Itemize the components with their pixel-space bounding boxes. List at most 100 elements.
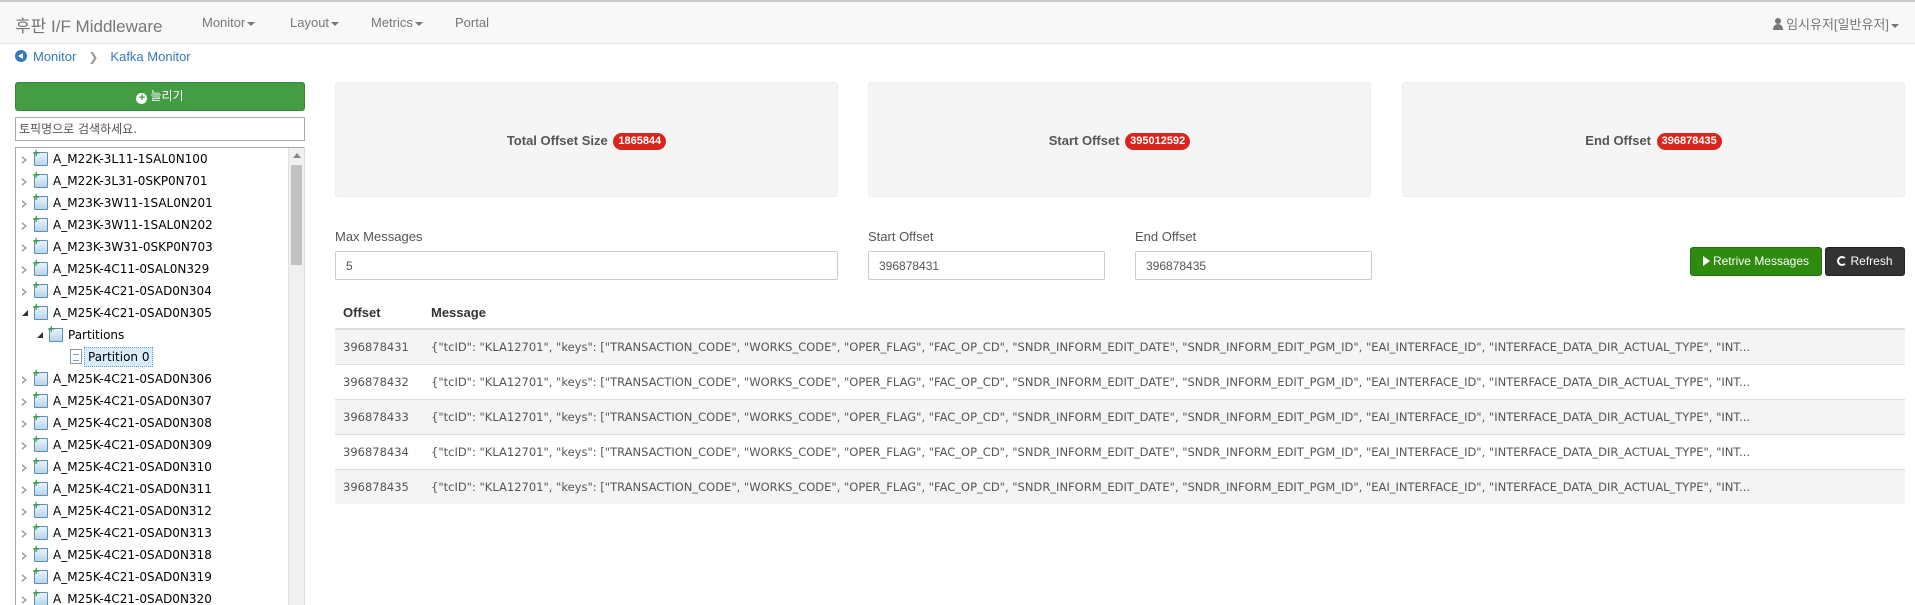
collapsed-toggle-icon[interactable] — [22, 222, 27, 230]
offset-cell: 396878433 — [335, 398, 423, 434]
tree-node-topic[interactable]: + A_M23K-3W11-1SAL0N201 — [16, 192, 288, 214]
collapsed-toggle-icon[interactable] — [22, 574, 27, 582]
topic-search-input[interactable] — [15, 117, 305, 141]
collapsed-toggle-icon[interactable] — [22, 530, 27, 538]
start-offset-card: Start Offset 395012592 — [868, 82, 1371, 197]
collapsed-toggle-icon[interactable] — [22, 552, 27, 560]
tree-node-label: A_M25K-4C21-0SAD0N320 — [53, 592, 212, 605]
collapsed-toggle-icon[interactable] — [22, 442, 27, 450]
collapsed-toggle-icon[interactable] — [22, 244, 27, 252]
topic-tree-list: + A_M22K-3L11-1SAL0N100 + A_M22K-3L31-0SKP0… — [16, 148, 288, 605]
retrieve-messages-button[interactable]: Retrive Messages — [1690, 247, 1822, 276]
refresh-icon — [1837, 256, 1848, 266]
table-row[interactable]: 396878433 {"tcID": "KLA12701", "keys": ["… — [335, 398, 1905, 434]
message-text: {"tcID": "KLA12701", "keys": ["TRANSACTI… — [431, 444, 1751, 459]
nav-menu-portal[interactable]: Portal — [455, 15, 489, 30]
user-menu[interactable]: 임시유저[일반유저] — [1773, 14, 1899, 33]
tree-node-topic[interactable]: + A_M25K-4C21-0SAD0N318 — [16, 544, 288, 566]
refresh-button[interactable]: Refresh — [1825, 247, 1905, 276]
topic-icon: + — [32, 545, 48, 562]
topic-icon: + — [32, 237, 48, 254]
tree-node-topic[interactable]: + A_M23K-3W31-0SKP0N703 — [16, 236, 288, 258]
collapsed-toggle-icon[interactable] — [22, 376, 27, 384]
top-navbar: 후판 I/F Middleware Monitor Layout Metrics… — [0, 0, 1915, 44]
tree-node-topic[interactable]: + A_M22K-3L11-1SAL0N100 — [16, 148, 288, 170]
scroll-up-icon[interactable] — [293, 153, 301, 158]
message-text: {"tcID": "KLA12701", "keys": ["TRANSACTI… — [431, 374, 1751, 389]
tree-node-label: A_M25K-4C21-0SAD0N304 — [53, 284, 212, 298]
message-cell: {"tcID": "KLA12701", "keys": ["TRANSACTI… — [423, 363, 1905, 399]
tree-node-topic[interactable]: + A_M25K-4C21-0SAD0N320 — [16, 588, 288, 605]
max-messages-input[interactable] — [335, 251, 838, 280]
tree-node-topic[interactable]: + A_M22K-3L31-0SKP0N701 — [16, 170, 288, 192]
panel-divider — [304, 147, 305, 605]
tree-node-partitions[interactable]: + Partitions — [16, 324, 288, 346]
tree-node-label: A_M25K-4C21-0SAD0N310 — [53, 460, 212, 474]
table-row[interactable]: 396878432 {"tcID": "KLA12701", "keys": ["… — [335, 363, 1905, 399]
collapsed-toggle-icon[interactable] — [22, 464, 27, 472]
tree-node-topic[interactable]: + A_M25K-4C21-0SAD0N319 — [16, 566, 288, 588]
collapsed-toggle-icon[interactable] — [22, 596, 27, 604]
topic-icon: + — [32, 391, 48, 408]
tree-node-topic[interactable]: + A_M25K-4C21-0SAD0N311 — [16, 478, 288, 500]
table-row[interactable]: 396878431 {"tcID": "KLA12701", "keys": ["… — [335, 328, 1905, 364]
tree-node-topic[interactable]: + A_M25K-4C21-0SAD0N305 — [16, 302, 288, 324]
breadcrumb-kafka-monitor[interactable]: Kafka Monitor — [110, 49, 190, 64]
collapsed-toggle-icon[interactable] — [22, 178, 27, 186]
collapsed-toggle-icon[interactable] — [22, 420, 27, 428]
topic-icon: + — [32, 149, 48, 166]
tree-node-topic[interactable]: + A_M25K-4C21-0SAD0N312 — [16, 500, 288, 522]
collapsed-toggle-icon[interactable] — [22, 156, 27, 164]
nav-menu-monitor[interactable]: Monitor — [202, 15, 256, 30]
table-row[interactable]: 396878434 {"tcID": "KLA12701", "keys": ["… — [335, 433, 1905, 469]
tree-scrollbar[interactable] — [288, 148, 304, 605]
collapsed-toggle-icon[interactable] — [22, 200, 27, 208]
topic-icon: + — [32, 303, 48, 320]
app-brand[interactable]: 후판 I/F Middleware — [15, 12, 162, 37]
plus-icon: + — [32, 588, 41, 599]
message-text: {"tcID": "KLA12701", "keys": ["TRANSACTI… — [431, 479, 1751, 494]
total-offset-label: Total Offset Size — [506, 133, 608, 148]
tree-node-topic[interactable]: + A_M23K-3W11-1SAL0N202 — [16, 214, 288, 236]
start-offset-input[interactable] — [868, 251, 1105, 280]
plus-icon: + — [32, 566, 41, 577]
topic-icon: + — [32, 588, 48, 605]
tree-node-topic[interactable]: + A_M25K-4C21-0SAD0N307 — [16, 390, 288, 412]
tree-node-partition[interactable]: Partition 0 — [16, 346, 288, 368]
message-cell: {"tcID": "KLA12701", "keys": ["TRANSACTI… — [423, 398, 1905, 434]
end-offset-input[interactable] — [1135, 251, 1372, 280]
tree-node-topic[interactable]: + A_M25K-4C21-0SAD0N313 — [16, 522, 288, 544]
plus-icon: + — [32, 478, 41, 489]
collapsed-toggle-icon[interactable] — [22, 508, 27, 516]
topic-icon: + — [32, 258, 48, 276]
tree-node-topic[interactable]: + A_M25K-4C21-0SAD0N308 — [16, 412, 288, 434]
scrollbar-thumb[interactable] — [291, 165, 302, 265]
table-row[interactable]: 396878435 {"tcID": "KLA12701", "keys": ["… — [335, 468, 1905, 504]
add-button[interactable]: + 늘리기 — [15, 82, 305, 111]
expanded-toggle-icon[interactable] — [37, 332, 43, 338]
document-icon — [70, 349, 82, 364]
collapsed-toggle-icon[interactable] — [22, 288, 27, 296]
topic-icon: + — [32, 171, 48, 188]
add-button-label: 늘리기 — [150, 89, 184, 103]
tree-node-topic[interactable]: + A_M25K-4C21-0SAD0N309 — [16, 434, 288, 456]
tree-node-topic[interactable]: + A_M25K-4C21-0SAD0N304 — [16, 280, 288, 302]
nav-menu-metrics[interactable]: Metrics — [371, 15, 423, 30]
breadcrumb-monitor[interactable]: Monitor — [33, 49, 76, 64]
nav-menu-label: Layout — [290, 15, 330, 30]
message-cell: {"tcID": "KLA12701", "keys": ["TRANSACTI… — [423, 328, 1905, 364]
tree-node-label: A_M25K-4C21-0SAD0N319 — [53, 570, 212, 584]
collapsed-toggle-icon[interactable] — [22, 486, 27, 494]
tree-node-label: A_M25K-4C21-0SAD0N312 — [53, 504, 212, 518]
tree-node-topic[interactable]: + A_M25K-4C11-0SAL0N329 — [16, 258, 288, 280]
collapsed-toggle-icon[interactable] — [22, 266, 27, 274]
plus-icon: + — [32, 258, 41, 269]
tree-node-topic[interactable]: + A_M25K-4C21-0SAD0N310 — [16, 456, 288, 478]
tree-node-topic[interactable]: + A_M25K-4C21-0SAD0N306 — [16, 368, 288, 390]
retrieve-button-label: Retrive Messages — [1712, 254, 1810, 268]
expanded-toggle-icon[interactable] — [22, 310, 28, 316]
collapsed-toggle-icon[interactable] — [22, 398, 27, 406]
tree-node-label: Partition 0 — [84, 347, 154, 367]
end-offset-label: End Offset — [1585, 133, 1652, 148]
nav-menu-layout[interactable]: Layout — [290, 15, 340, 30]
